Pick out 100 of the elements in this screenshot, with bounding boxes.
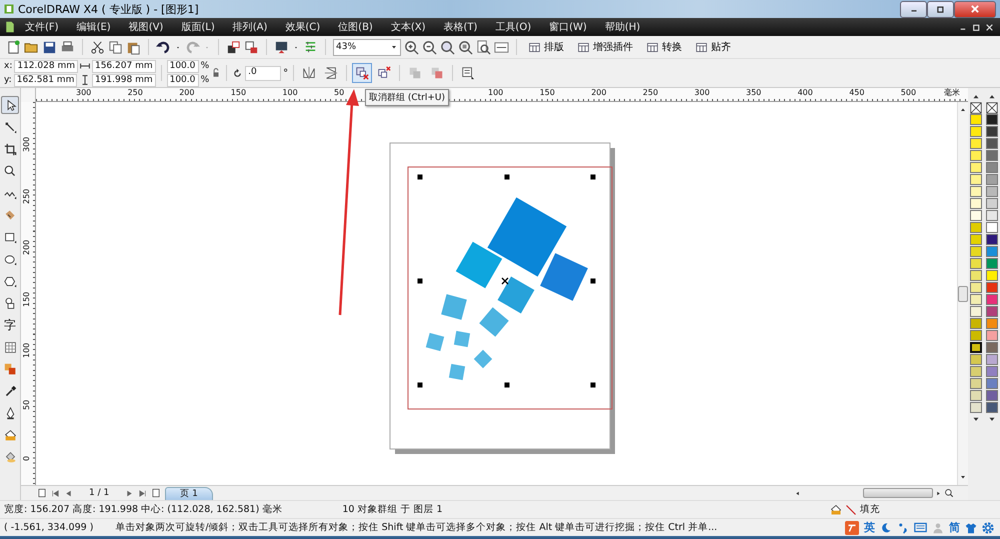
color-swatch[interactable] xyxy=(986,378,998,389)
color-swatch[interactable] xyxy=(986,306,998,317)
center-mark[interactable] xyxy=(501,277,509,285)
color-swatch[interactable] xyxy=(970,294,982,305)
scale-y-field[interactable]: 100.0 xyxy=(166,74,199,86)
keyboard-icon[interactable] xyxy=(914,521,927,534)
selection-handle[interactable] xyxy=(418,382,422,388)
menu-item[interactable]: 版面(L) xyxy=(172,20,224,34)
color-swatch[interactable] xyxy=(986,390,998,401)
color-swatch[interactable] xyxy=(986,402,998,413)
color-swatch[interactable] xyxy=(970,282,982,293)
menu-item[interactable]: 表格(T) xyxy=(434,20,486,34)
copy-icon[interactable] xyxy=(108,40,123,54)
close-icon[interactable] xyxy=(985,22,994,32)
color-swatch[interactable] xyxy=(986,138,998,149)
menu-item[interactable]: 位图(B) xyxy=(329,20,382,34)
scroll-down-icon[interactable] xyxy=(959,473,967,481)
maximize-button[interactable] xyxy=(927,0,954,18)
scroll-thumb[interactable] xyxy=(958,286,968,302)
scroll-left-icon[interactable] xyxy=(794,490,801,496)
rotation-field[interactable]: .0 xyxy=(245,66,282,80)
menu-item[interactable]: 排列(A) xyxy=(224,20,276,34)
text-tool[interactable]: 字 xyxy=(1,316,19,334)
close-button[interactable] xyxy=(954,0,996,18)
color-swatch[interactable] xyxy=(986,126,998,137)
color-swatch[interactable] xyxy=(970,162,982,173)
color-swatch[interactable] xyxy=(970,150,982,161)
zoom-page-icon[interactable] xyxy=(476,40,491,54)
export-icon[interactable] xyxy=(244,40,259,54)
color-swatch[interactable] xyxy=(970,342,982,353)
height-field[interactable]: 191.998 mm xyxy=(92,74,156,86)
toolbar-button[interactable]: 转换 xyxy=(642,40,688,54)
add-page-icon[interactable] xyxy=(151,488,162,498)
color-swatch[interactable] xyxy=(986,222,998,233)
vertical-scrollbar[interactable] xyxy=(957,102,968,485)
ime-language[interactable]: 英 xyxy=(864,520,875,535)
no-color-swatch-icon[interactable] xyxy=(986,102,998,114)
color-swatch[interactable] xyxy=(970,402,982,413)
y-position-field[interactable]: 162.581 mm xyxy=(14,74,78,86)
color-swatch[interactable] xyxy=(970,210,982,221)
caret-icon[interactable] xyxy=(390,43,398,51)
undo-icon[interactable] xyxy=(156,40,171,54)
options-icon[interactable] xyxy=(303,40,318,54)
previous-page-icon[interactable] xyxy=(64,488,73,498)
punctuation-icon[interactable] xyxy=(897,522,909,534)
moon-icon[interactable] xyxy=(880,522,892,534)
toolbar-button[interactable]: 贴齐 xyxy=(691,40,737,54)
color-swatch[interactable] xyxy=(970,390,982,401)
menu-item[interactable]: 文本(X) xyxy=(382,20,434,34)
ime-logo-icon[interactable] xyxy=(845,520,859,534)
selection-handle[interactable] xyxy=(590,278,596,284)
color-swatch[interactable] xyxy=(970,318,982,329)
add-page-icon[interactable] xyxy=(37,488,47,498)
color-swatch[interactable] xyxy=(986,294,998,305)
color-swatch[interactable] xyxy=(970,378,982,389)
color-swatch[interactable] xyxy=(986,246,998,257)
selection-handle[interactable] xyxy=(504,174,510,180)
menu-item[interactable]: 视图(V) xyxy=(120,20,172,34)
color-swatch[interactable] xyxy=(986,318,998,329)
color-swatch[interactable] xyxy=(986,150,998,161)
color-swatch[interactable] xyxy=(970,114,982,125)
toolbox-tool[interactable] xyxy=(1,96,19,114)
toolbar-button[interactable]: 增强插件 xyxy=(573,40,639,54)
color-swatch[interactable] xyxy=(970,354,982,365)
color-swatch[interactable] xyxy=(970,246,982,257)
menu-item[interactable]: 编辑(E) xyxy=(68,20,120,34)
save-icon[interactable] xyxy=(42,40,57,54)
zoom-level-dropdown[interactable]: 43% xyxy=(333,38,401,56)
new-document-icon[interactable] xyxy=(6,40,21,54)
scroll-right-icon[interactable] xyxy=(935,490,942,496)
color-swatch[interactable] xyxy=(986,330,998,341)
zoom-icon[interactable] xyxy=(944,488,954,498)
color-swatch[interactable] xyxy=(970,126,982,137)
color-swatch[interactable] xyxy=(986,354,998,365)
color-swatch[interactable] xyxy=(986,270,998,281)
color-swatch[interactable] xyxy=(970,306,982,317)
scroll-thumb[interactable] xyxy=(863,488,933,498)
no-color-swatch-icon[interactable] xyxy=(970,102,982,114)
minimize-button[interactable] xyxy=(900,0,927,18)
color-swatch[interactable] xyxy=(986,114,998,125)
color-swatch[interactable] xyxy=(970,270,982,281)
selection-handle[interactable] xyxy=(504,382,510,388)
zoom-selected-icon[interactable] xyxy=(440,40,455,54)
width-field[interactable]: 156.207 mm xyxy=(92,60,156,72)
color-swatch[interactable] xyxy=(970,258,982,269)
scissors-icon[interactable] xyxy=(90,40,105,54)
x-position-field[interactable]: 112.028 mm xyxy=(14,60,78,72)
color-swatch[interactable] xyxy=(986,186,998,197)
color-swatch[interactable] xyxy=(986,342,998,353)
color-swatch[interactable] xyxy=(986,234,998,245)
scale-x-field[interactable]: 100.0 xyxy=(166,60,199,72)
menu-item[interactable]: 帮助(H) xyxy=(596,20,650,34)
color-swatch[interactable] xyxy=(970,138,982,149)
menu-item[interactable]: 文件(F) xyxy=(16,20,68,34)
color-swatch[interactable] xyxy=(970,174,982,185)
selection-handle[interactable] xyxy=(590,382,596,388)
settings-icon[interactable] xyxy=(982,522,994,534)
color-swatch[interactable] xyxy=(986,210,998,221)
printer-icon[interactable] xyxy=(60,40,75,54)
selection-handle[interactable] xyxy=(418,174,422,180)
